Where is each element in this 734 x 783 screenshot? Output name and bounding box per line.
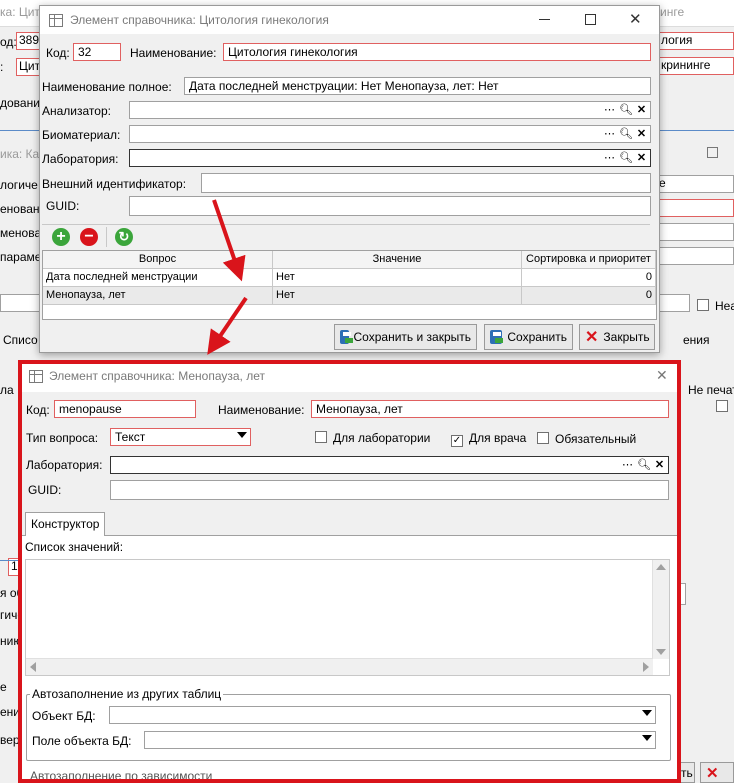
laboratory-field[interactable]: ⋯ 🔍︎ ✕ — [110, 456, 669, 474]
ellipsis-icon[interactable]: ⋯ — [621, 458, 634, 472]
checkbox-icon[interactable] — [315, 431, 327, 443]
scroll-down-icon[interactable] — [656, 649, 666, 655]
for-lab-label: Для лаборатории — [333, 431, 431, 445]
close-icon[interactable]: ✕ — [656, 367, 668, 384]
question-type-value: Текст — [115, 430, 146, 444]
guid-label: GUID: — [28, 483, 62, 497]
arrow-icon — [212, 199, 246, 282]
chevron-down-icon[interactable] — [642, 735, 652, 741]
db-field-label: Поле объекта БД: — [32, 734, 132, 748]
tab-constructor-label: Конструктор — [31, 517, 100, 531]
name-field[interactable]: Менопауза, лет — [311, 400, 669, 418]
db-field-select[interactable] — [144, 731, 656, 749]
chevron-down-icon[interactable] — [237, 432, 247, 438]
window-title: Элемент справочника: Менопауза, лет — [49, 369, 265, 383]
checkbox-checked-icon[interactable]: ✓ — [451, 435, 463, 447]
code-field[interactable]: menopause — [54, 400, 196, 418]
db-object-select[interactable] — [109, 706, 656, 724]
laboratory-picker: ⋯ 🔍︎ ✕ — [621, 458, 666, 472]
table-icon — [29, 370, 43, 383]
tab-constructor[interactable]: Конструктор — [25, 512, 105, 536]
title-bar: Элемент справочника: Менопауза, лет ✕ — [22, 364, 677, 392]
for-doctor-label: Для врача — [469, 431, 527, 445]
name-label: Наименование: — [218, 403, 305, 417]
search-icon[interactable]: 🔍︎ — [637, 458, 651, 472]
question-type-select[interactable]: Текст — [110, 428, 251, 446]
code-label: Код: — [26, 403, 50, 417]
values-list-label: Список значений: — [25, 540, 124, 554]
code-value: menopause — [59, 402, 122, 416]
scroll-up-icon[interactable] — [656, 564, 666, 570]
values-list[interactable] — [25, 559, 670, 676]
clear-icon[interactable]: ✕ — [653, 458, 666, 472]
scroll-left-icon[interactable] — [30, 662, 36, 672]
mandatory-checkbox[interactable]: Обязательный — [537, 432, 636, 446]
scroll-right-icon[interactable] — [643, 662, 649, 672]
db-object-label: Объект БД: — [32, 709, 96, 723]
question-type-label: Тип вопроса: — [26, 431, 99, 445]
for-lab-checkbox[interactable]: Для лаборатории — [315, 431, 430, 445]
checkbox-icon[interactable] — [537, 432, 549, 444]
arrow-icon — [207, 296, 248, 355]
for-doctor-checkbox[interactable]: ✓ Для врача — [451, 431, 526, 447]
guid-field[interactable] — [110, 480, 669, 500]
mandatory-label: Обязательный — [555, 432, 637, 446]
vertical-scrollbar[interactable] — [652, 560, 669, 659]
autofill-group: Автозаполнение из других таблиц — [26, 687, 671, 761]
autofill-group-title: Автозаполнение из других таблиц — [30, 687, 224, 701]
laboratory-label: Лаборатория: — [26, 458, 103, 472]
reference-element-window-detail: Элемент справочника: Менопауза, лет ✕ Ко… — [22, 364, 677, 783]
chevron-down-icon[interactable] — [642, 710, 652, 716]
horizontal-scrollbar[interactable] — [26, 658, 653, 675]
name-value: Менопауза, лет — [316, 402, 403, 416]
